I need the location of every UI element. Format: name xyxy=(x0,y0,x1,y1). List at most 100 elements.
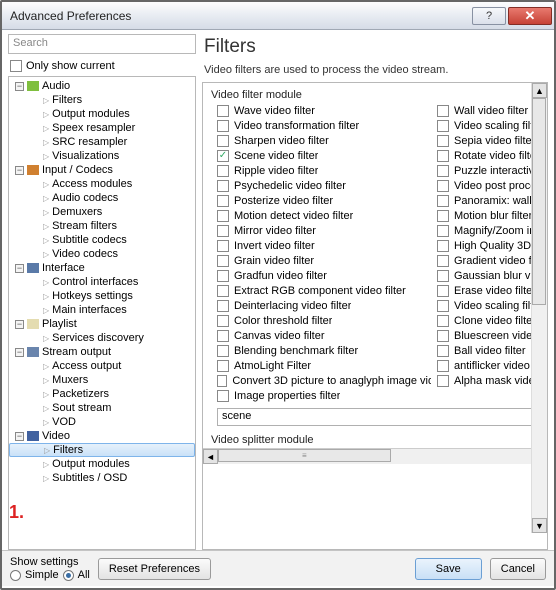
tree-item[interactable]: ▷Muxers xyxy=(9,373,195,387)
scroll-up-arrow-icon[interactable]: ▲ xyxy=(532,83,547,98)
tree-item[interactable]: ▷Speex resampler xyxy=(9,121,195,135)
tree-item[interactable]: ▷Demuxers xyxy=(9,205,195,219)
only-show-current-checkbox[interactable]: Only show current xyxy=(10,60,196,72)
tree-item[interactable]: ▷Hotkeys settings xyxy=(9,289,195,303)
filter-checkbox-row[interactable]: Image properties filter xyxy=(217,390,431,402)
tree-item[interactable]: ▷Filters xyxy=(9,93,195,107)
filter-checkbox-row[interactable]: Deinterlacing video filter xyxy=(217,300,431,312)
chevron-right-icon: ▷ xyxy=(43,138,49,147)
tree-item[interactable]: ▷SRC resampler xyxy=(9,135,195,149)
filter-checkbox-row[interactable]: Video transformation filter xyxy=(217,120,431,132)
checkbox-icon xyxy=(437,285,449,297)
cancel-button[interactable]: Cancel xyxy=(490,558,546,580)
tree-toggle-icon[interactable]: − xyxy=(15,348,24,357)
tree-item[interactable]: ▷VOD xyxy=(9,415,195,429)
tree-item[interactable]: ▷Control interfaces xyxy=(9,275,195,289)
tree-toggle-icon[interactable]: − xyxy=(15,320,24,329)
tree-item[interactable]: ▷Video codecs xyxy=(9,247,195,261)
audio-icon xyxy=(27,81,39,91)
checkbox-icon xyxy=(217,180,229,192)
show-settings-label: Show settings xyxy=(10,556,90,568)
tree-item-label: Output modules xyxy=(52,458,130,470)
filter-checkbox-row[interactable]: Convert 3D picture to anaglyph image vid… xyxy=(217,375,431,387)
tree-item[interactable]: ▷Main interfaces xyxy=(9,303,195,317)
tree-item[interactable]: ▷Subtitles / OSD xyxy=(9,471,195,485)
tree-item-label: Speex resampler xyxy=(52,122,135,134)
tree-item[interactable]: ▷Filters xyxy=(9,443,195,457)
tree-item[interactable]: ▷Access output xyxy=(9,359,195,373)
tree-item[interactable]: − Interface xyxy=(9,261,195,275)
tree-item[interactable]: −Stream output xyxy=(9,345,195,359)
simple-radio[interactable] xyxy=(10,570,21,581)
tree-item[interactable]: ▷Audio codecs xyxy=(9,191,195,205)
tree-item[interactable]: −Video xyxy=(9,429,195,443)
title-bar: Advanced Preferences ? ✕ xyxy=(2,2,554,30)
filter-checkbox-row[interactable]: Gradfun video filter xyxy=(217,270,431,282)
scroll-track[interactable]: ≡ xyxy=(218,449,532,464)
tree-item[interactable]: −Input / Codecs xyxy=(9,163,195,177)
filter-label: Wall video filter xyxy=(454,105,528,117)
tree-item[interactable]: ▷Output modules xyxy=(9,457,195,471)
filter-label: Blending benchmark filter xyxy=(234,345,358,357)
filter-checkbox-row[interactable]: Wave video filter xyxy=(217,105,431,117)
filter-checkbox-row[interactable]: Ripple video filter xyxy=(217,165,431,177)
tree-item-label: Services discovery xyxy=(52,332,144,344)
help-button[interactable]: ? xyxy=(472,7,506,25)
tree-item-label: Sout stream xyxy=(52,402,111,414)
search-input[interactable]: Search xyxy=(8,34,196,54)
tree-item[interactable]: ▷Sout stream xyxy=(9,401,195,415)
checkbox-icon xyxy=(437,330,449,342)
filter-label: Video scaling filter xyxy=(454,300,543,312)
settings-tree[interactable]: 1. −Audio▷Filters▷Output modules▷Speex r… xyxy=(8,76,196,550)
scroll-down-arrow-icon[interactable]: ▼ xyxy=(532,518,547,533)
filter-checkbox-row[interactable]: AtmoLight Filter xyxy=(217,360,431,372)
tree-item[interactable]: ▷Subtitle codecs xyxy=(9,233,195,247)
filter-checkbox-row[interactable]: Psychedelic video filter xyxy=(217,180,431,192)
tree-item[interactable]: ▷Stream filters xyxy=(9,219,195,233)
checkbox-icon xyxy=(437,255,449,267)
filter-label: Motion blur filter xyxy=(454,210,532,222)
scroll-thumb[interactable]: ≡ xyxy=(218,449,391,462)
tree-item-label: Audio codecs xyxy=(52,192,118,204)
checkbox-icon xyxy=(217,285,229,297)
horizontal-scrollbar[interactable]: ◄ ≡ ► xyxy=(203,448,547,464)
filter-checkbox-row[interactable]: Posterize video filter xyxy=(217,195,431,207)
filter-checkbox-row[interactable]: Grain video filter xyxy=(217,255,431,267)
tree-item[interactable]: ▷Visualizations xyxy=(9,149,195,163)
filter-label: Scene video filter xyxy=(234,150,318,162)
filter-checkbox-row[interactable]: Invert video filter xyxy=(217,240,431,252)
filter-checkbox-row[interactable]: Sharpen video filter xyxy=(217,135,431,147)
filter-checkbox-row[interactable]: Mirror video filter xyxy=(217,225,431,237)
tree-item-label: Access modules xyxy=(52,178,132,190)
tree-toggle-icon[interactable]: − xyxy=(15,166,24,175)
filter-checkbox-row[interactable]: Color threshold filter xyxy=(217,315,431,327)
all-radio[interactable] xyxy=(63,570,74,581)
tree-item[interactable]: −Audio xyxy=(9,79,195,93)
filter-checkbox-row[interactable]: Motion detect video filter xyxy=(217,210,431,222)
tree-toggle-icon[interactable]: − xyxy=(15,264,24,273)
checkbox-icon xyxy=(217,210,229,222)
tree-item[interactable]: ▷Output modules xyxy=(9,107,195,121)
filter-checkbox-row[interactable]: Canvas video filter xyxy=(217,330,431,342)
tree-toggle-icon[interactable]: − xyxy=(15,82,24,91)
filter-edit-input[interactable]: scene xyxy=(217,408,539,426)
scroll-thumb-vertical[interactable] xyxy=(532,98,546,305)
reset-preferences-button[interactable]: Reset Preferences xyxy=(98,558,211,580)
save-button[interactable]: Save xyxy=(415,558,482,580)
scroll-left-arrow-icon[interactable]: ◄ xyxy=(203,449,218,464)
filter-checkbox-row[interactable]: Scene video filter xyxy=(217,150,431,162)
close-button[interactable]: ✕ xyxy=(508,7,552,25)
tree-item-label: Interface xyxy=(42,262,85,274)
page-description: Video filters are used to process the vi… xyxy=(204,64,548,76)
tree-item[interactable]: −Playlist xyxy=(9,317,195,331)
tree-item-label: Packetizers xyxy=(52,388,109,400)
tree-item-label: Stream filters xyxy=(52,220,117,232)
tree-item[interactable]: ▷Services discovery xyxy=(9,331,195,345)
tree-toggle-icon[interactable]: − xyxy=(15,432,24,441)
tree-item[interactable]: ▷Access modules xyxy=(9,177,195,191)
tree-item[interactable]: ▷Packetizers xyxy=(9,387,195,401)
filter-checkbox-row[interactable]: Extract RGB component video filter xyxy=(217,285,431,297)
filter-checkbox-row[interactable]: Blending benchmark filter xyxy=(217,345,431,357)
vertical-scrollbar[interactable]: ▲ ▼ xyxy=(531,83,547,533)
filter-columns: Wave video filter Video transformation fi… xyxy=(203,105,547,402)
